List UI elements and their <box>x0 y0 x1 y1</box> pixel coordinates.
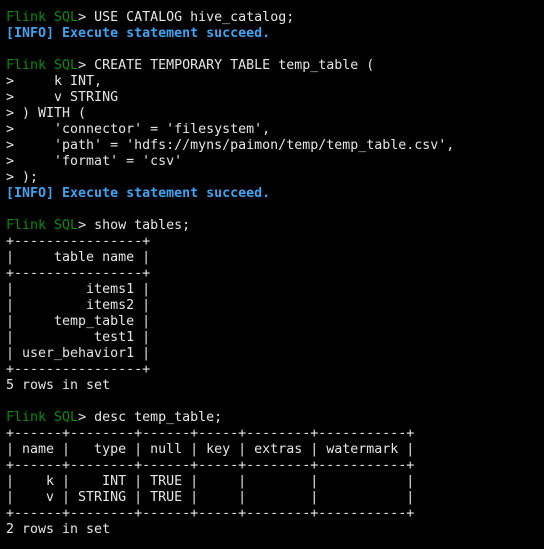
output-line: | table name | <box>6 250 544 266</box>
command-line: Flink SQL> CREATE TEMPORARY TABLE temp_t… <box>6 58 544 74</box>
prompt-label: Flink SQL <box>6 410 79 425</box>
line-text: > v STRING <box>6 90 119 105</box>
line-text: > k INT, <box>6 74 103 89</box>
line-text: | user_behavior1 | <box>6 346 151 361</box>
output-line: | items1 | <box>6 282 544 298</box>
line-text: +------+--------+------+-----+--------+-… <box>6 458 415 473</box>
line-text: +----------------+ <box>6 362 151 377</box>
info-message: [INFO] Execute statement succeed. <box>6 26 544 42</box>
line-text: > ); <box>6 170 39 185</box>
output-line: | name | type | null | key | extras | wa… <box>6 442 544 458</box>
output-line: > ); <box>6 170 544 186</box>
output-line: +----------------+ <box>6 266 544 282</box>
line-text: > CREATE TEMPORARY TABLE temp_table ( <box>78 58 375 73</box>
output-line: > k INT, <box>6 74 544 90</box>
info-message: [INFO] Execute statement succeed. <box>6 186 544 202</box>
terminal-output[interactable]: Flink SQL> USE CATALOG hive_catalog; [INF… <box>0 0 544 538</box>
command-line: Flink SQL> USE CATALOG hive_catalog; <box>6 10 544 26</box>
output-line: > 'format' = 'csv' <box>6 154 544 170</box>
line-text: +----------------+ <box>6 266 151 281</box>
output-line: > 'connector' = 'filesystem', <box>6 122 544 138</box>
line-text: | temp_table | <box>6 314 151 329</box>
output-line: | temp_table | <box>6 314 544 330</box>
output-line: +------+--------+------+-----+--------+-… <box>6 458 544 474</box>
line-text: > show tables; <box>78 218 191 233</box>
output-line: > ) WITH ( <box>6 106 544 122</box>
line-text: > USE CATALOG hive_catalog; <box>78 10 295 25</box>
line-text: [INFO] Execute statement succeed. <box>6 26 271 41</box>
output-line: 5 rows in set <box>6 378 544 394</box>
line-text: > ) WITH ( <box>6 106 87 121</box>
line-text: 5 rows in set <box>6 378 111 393</box>
line-text: | name | type | null | key | extras | wa… <box>6 442 415 457</box>
line-text: > 'path' = 'hdfs://myns/paimon/temp/temp… <box>6 138 455 153</box>
output-line: +------+--------+------+-----+--------+-… <box>6 426 544 442</box>
output-line: > 'path' = 'hdfs://myns/paimon/temp/temp… <box>6 138 544 154</box>
line-text: | items1 | <box>6 282 151 297</box>
command-line: Flink SQL> show tables; <box>6 218 544 234</box>
prompt-label: Flink SQL <box>6 58 79 73</box>
output-line: 2 rows in set <box>6 522 544 538</box>
line-text: +------+--------+------+-----+--------+-… <box>6 506 415 521</box>
line-text: 2 rows in set <box>6 522 111 537</box>
output-line: | k | INT | TRUE | | | | <box>6 474 544 490</box>
output-line: | v | STRING | TRUE | | | | <box>6 490 544 506</box>
line-text: | table name | <box>6 250 151 265</box>
line-text: | test1 | <box>6 330 151 345</box>
command-line: Flink SQL> desc temp_table; <box>6 410 544 426</box>
output-line: | user_behavior1 | <box>6 346 544 362</box>
output-line: +------+--------+------+-----+--------+-… <box>6 506 544 522</box>
prompt-label: Flink SQL <box>6 10 79 25</box>
output-line: +----------------+ <box>6 234 544 250</box>
line-text: > 'connector' = 'filesystem', <box>6 122 271 137</box>
line-text: | items2 | <box>6 298 151 313</box>
output-line: | items2 | <box>6 298 544 314</box>
output-line: +----------------+ <box>6 362 544 378</box>
output-line: | test1 | <box>6 330 544 346</box>
prompt-label: Flink SQL <box>6 218 79 233</box>
line-text: +------+--------+------+-----+--------+-… <box>6 426 415 441</box>
line-text: > desc temp_table; <box>78 410 223 425</box>
output-line: > v STRING <box>6 90 544 106</box>
line-text: | v | STRING | TRUE | | | | <box>6 490 415 505</box>
line-text: > 'format' = 'csv' <box>6 154 183 169</box>
line-text: | k | INT | TRUE | | | | <box>6 474 415 489</box>
line-text: +----------------+ <box>6 234 151 249</box>
line-text: [INFO] Execute statement succeed. <box>6 186 271 201</box>
